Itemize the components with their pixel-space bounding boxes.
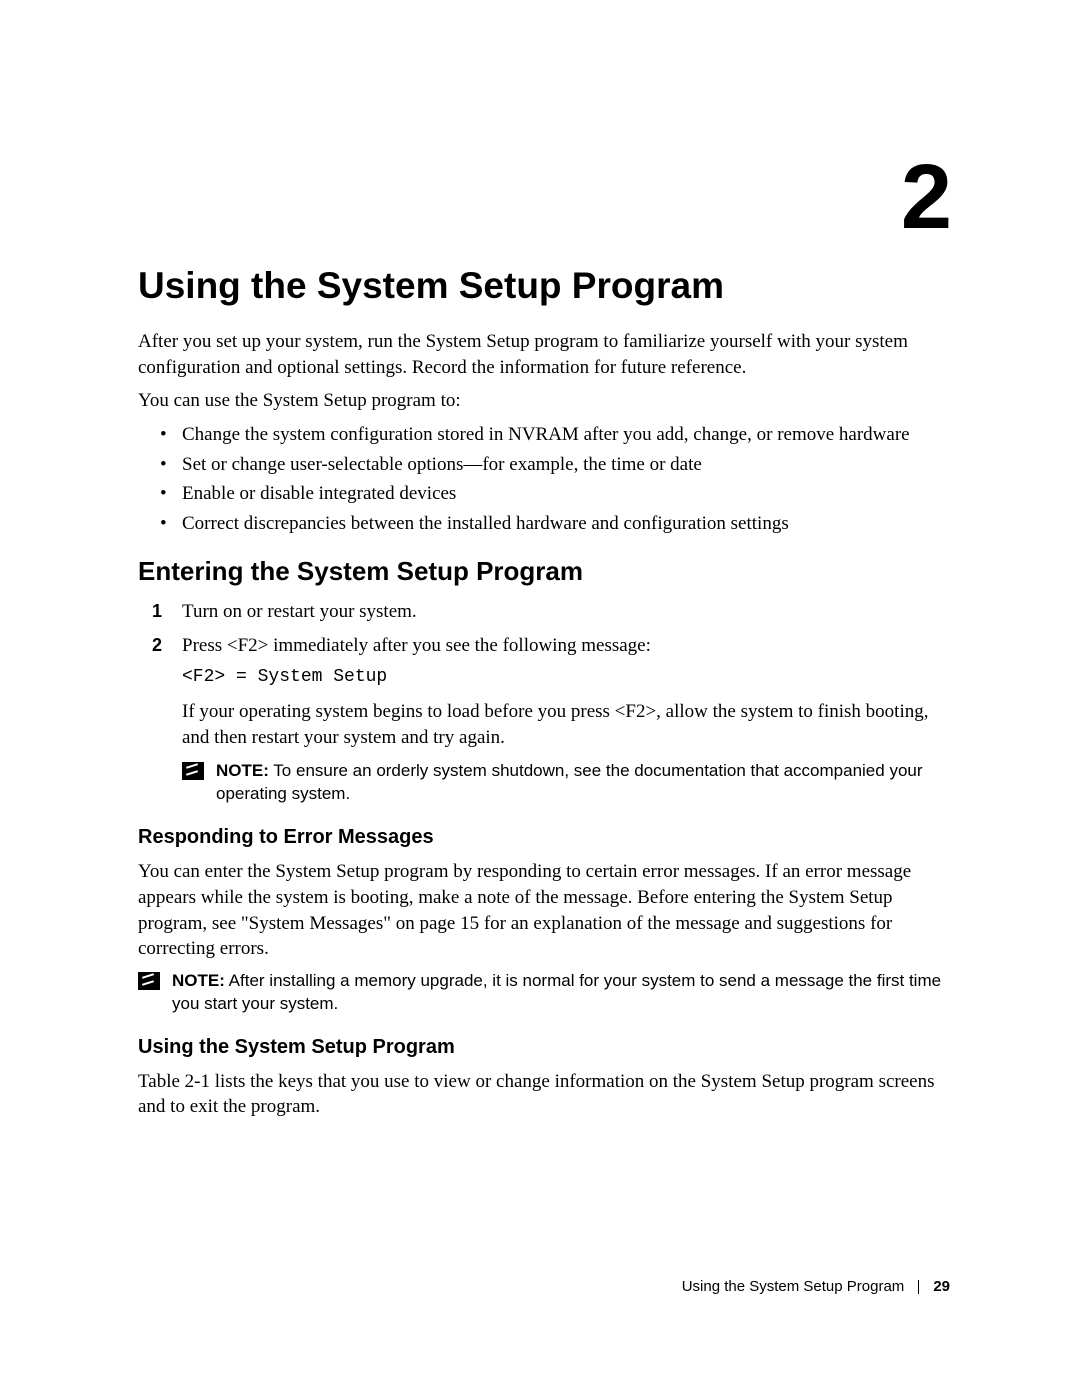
- section-heading-entering: Entering the System Setup Program: [138, 556, 943, 587]
- steps-list: Turn on or restart your system. Press <F…: [138, 599, 943, 806]
- note-icon: [182, 762, 204, 780]
- chapter-number: 2: [901, 145, 950, 250]
- note-text: NOTE: To ensure an orderly system shutdo…: [216, 760, 943, 806]
- intro-paragraph-2: You can use the System Setup program to:: [138, 388, 943, 414]
- chapter-title: Using the System Setup Program: [138, 265, 943, 307]
- footer-divider: [918, 1280, 919, 1294]
- step-text: Turn on or restart your system.: [182, 601, 417, 622]
- list-item: Correct discrepancies between the instal…: [182, 511, 943, 537]
- list-item: Enable or disable integrated devices: [182, 481, 943, 507]
- note-icon: [138, 972, 160, 990]
- feature-list: Change the system configuration stored i…: [138, 422, 943, 537]
- note-body: After installing a memory upgrade, it is…: [172, 971, 941, 1013]
- using-body: Table 2-1 lists the keys that you use to…: [138, 1069, 943, 1120]
- intro-paragraph-1: After you set up your system, run the Sy…: [138, 329, 943, 380]
- page-footer: Using the System Setup Program 29: [682, 1278, 950, 1295]
- note-label: NOTE:: [172, 971, 225, 990]
- page-number: 29: [933, 1278, 950, 1295]
- footer-title: Using the System Setup Program: [682, 1278, 905, 1295]
- note-block: NOTE: To ensure an orderly system shutdo…: [182, 760, 943, 806]
- error-body: You can enter the System Setup program b…: [138, 859, 943, 962]
- subsection-heading-using: Using the System Setup Program: [138, 1036, 943, 1059]
- step-subtext: If your operating system begins to load …: [182, 699, 943, 750]
- step-text: Press <F2> immediately after you see the…: [182, 635, 651, 656]
- subsection-heading-error: Responding to Error Messages: [138, 826, 943, 849]
- document-page: 2 Using the System Setup Program After y…: [0, 0, 1080, 1397]
- list-item: Change the system configuration stored i…: [182, 422, 943, 448]
- note-block: NOTE: After installing a memory upgrade,…: [138, 970, 943, 1016]
- note-body: To ensure an orderly system shutdown, se…: [216, 761, 923, 803]
- content-area: Using the System Setup Program After you…: [138, 265, 943, 1128]
- step-2: Press <F2> immediately after you see the…: [182, 633, 943, 806]
- note-label: NOTE:: [216, 761, 269, 780]
- code-line: <F2> = System Setup: [182, 665, 943, 689]
- step-1: Turn on or restart your system.: [182, 599, 943, 625]
- list-item: Set or change user-selectable options—fo…: [182, 452, 943, 478]
- note-text: NOTE: After installing a memory upgrade,…: [172, 970, 943, 1016]
